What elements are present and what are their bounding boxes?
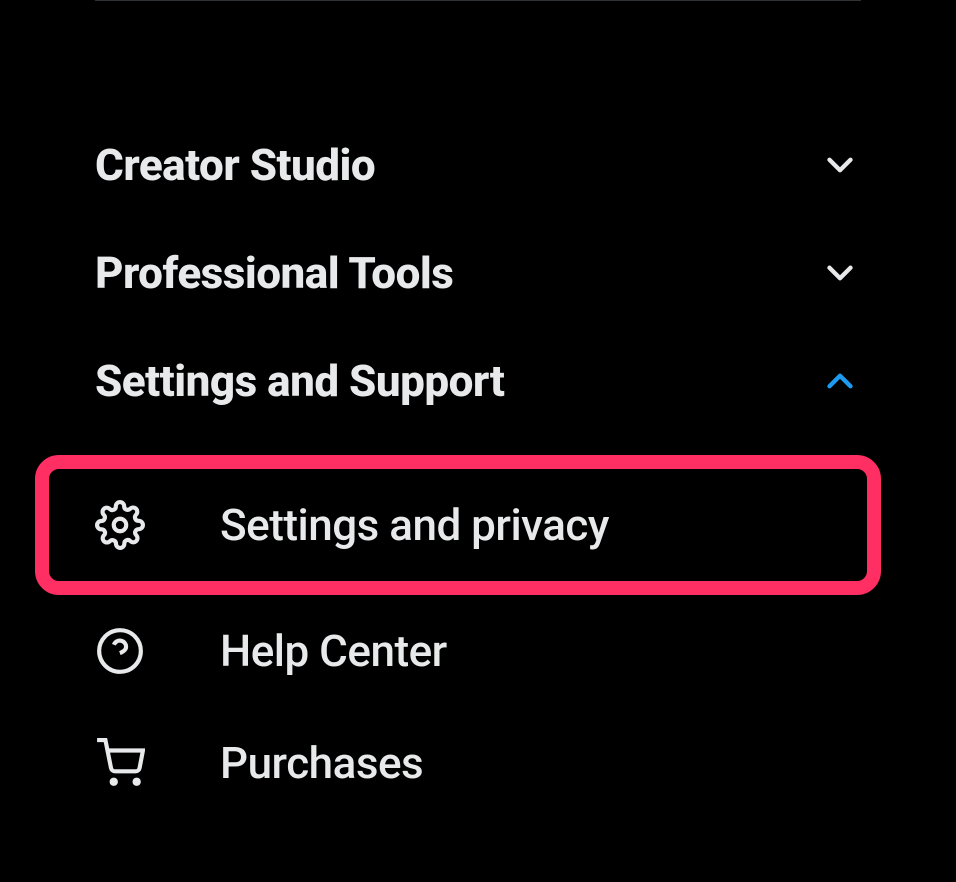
submenu-item-purchases[interactable]: Purchases: [95, 707, 861, 819]
submenu-item-label: Purchases: [220, 737, 423, 789]
submenu-item-help-center[interactable]: Help Center: [95, 595, 861, 707]
submenu-item-label: Settings and privacy: [220, 499, 609, 551]
help-icon: [95, 626, 145, 676]
menu-section-label: Professional Tools: [95, 247, 453, 299]
menu-section-label: Creator Studio: [95, 139, 375, 191]
gear-icon: [95, 500, 145, 550]
chevron-down-icon: [819, 144, 861, 186]
divider: [95, 0, 861, 1]
submenu-item-settings-privacy[interactable]: Settings and privacy: [35, 455, 881, 595]
chevron-down-icon: [819, 252, 861, 294]
menu-section-label: Settings and Support: [95, 355, 504, 407]
cart-icon: [95, 738, 145, 788]
chevron-up-icon: [819, 360, 861, 402]
menu-section-settings-support[interactable]: Settings and Support: [95, 327, 861, 435]
submenu-settings-support: Settings and privacy Help Center: [95, 435, 861, 819]
menu-section-professional-tools[interactable]: Professional Tools: [95, 219, 861, 327]
submenu-item-label: Help Center: [220, 625, 447, 677]
menu-section-creator-studio[interactable]: Creator Studio: [95, 111, 861, 219]
